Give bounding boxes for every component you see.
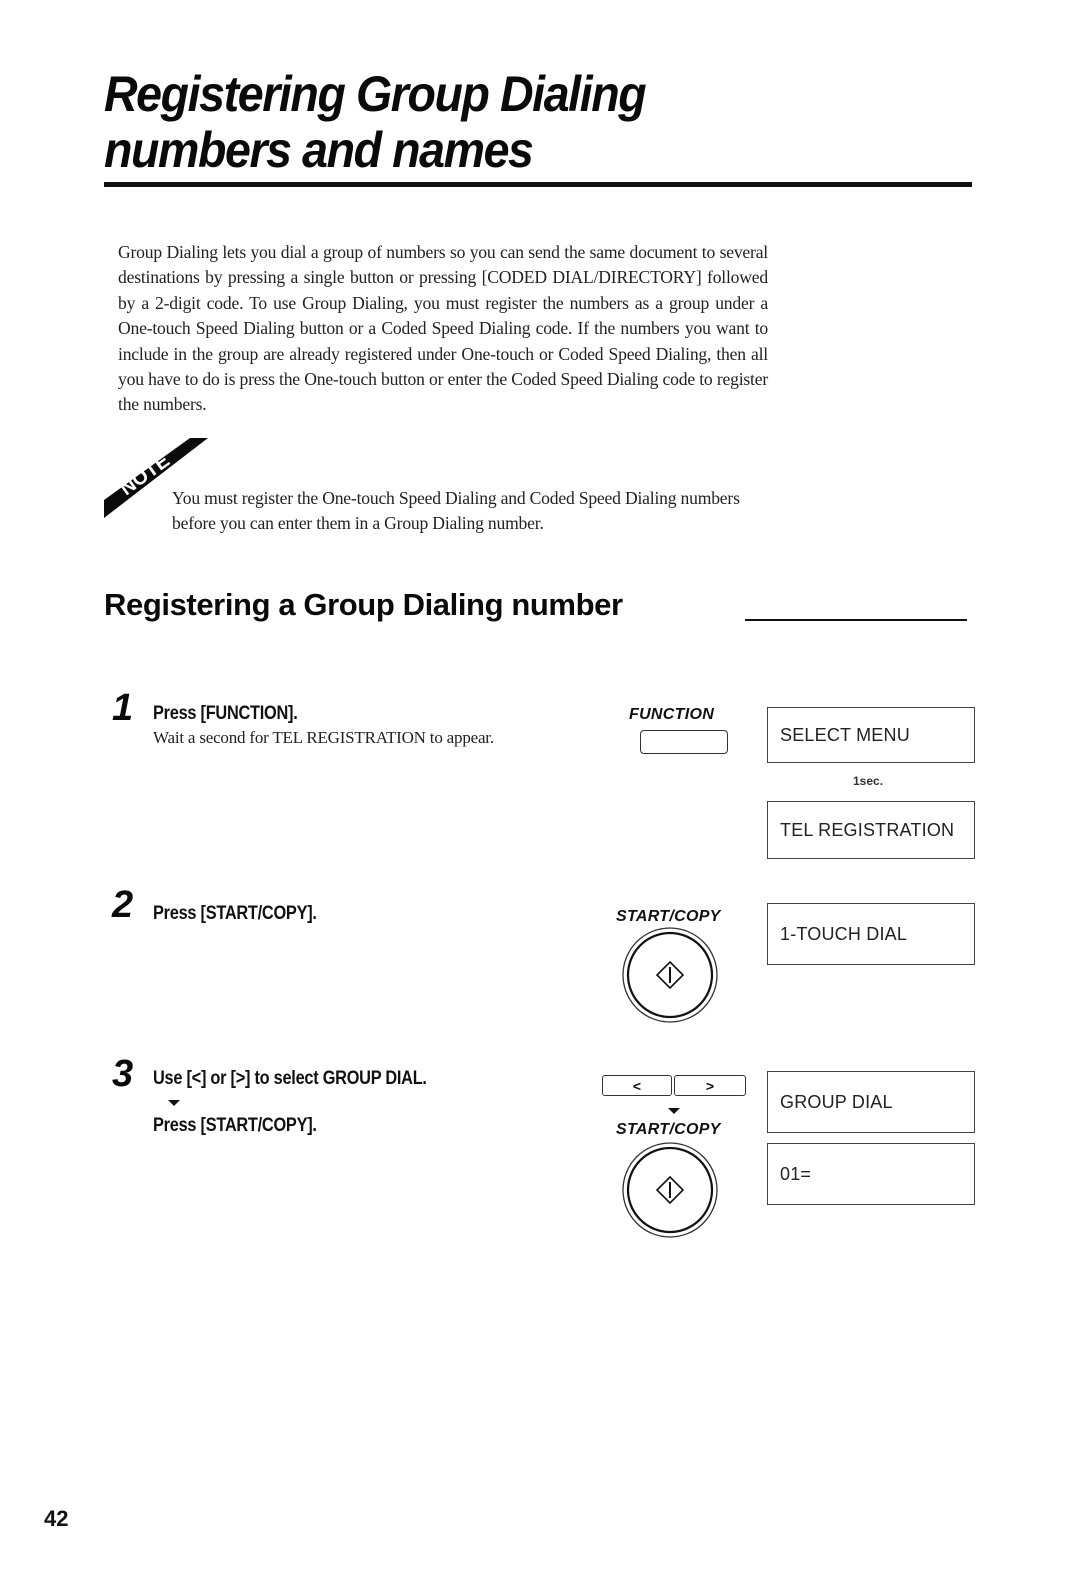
step-3-arrow-down-icon xyxy=(168,1100,180,1106)
step-3-heading-2: Press [START/COPY]. xyxy=(153,1115,317,1136)
page-number: 42 xyxy=(44,1506,69,1531)
lcd-display-group-code: 01= xyxy=(767,1143,975,1205)
lcd-display-group-dial: GROUP DIAL xyxy=(767,1071,975,1133)
note-text: You must register the One-touch Speed Di… xyxy=(172,488,740,533)
step-2-number: 2 xyxy=(112,884,134,926)
title-divider xyxy=(104,182,972,187)
lcd-display-tel-registration: TEL REGISTRATION xyxy=(767,801,975,859)
step-1-number: 1 xyxy=(112,687,134,729)
step-3-number: 3 xyxy=(112,1053,134,1095)
step-3-heading: Use [<] or [>] to select GROUP DIAL. xyxy=(153,1068,427,1089)
intro-paragraph: Group Dialing lets you dial a group of n… xyxy=(118,242,768,415)
note-badge-label: NOTE xyxy=(116,450,174,500)
section-title: Registering a Group Dialing number xyxy=(104,587,623,622)
key-arrow-down-icon xyxy=(668,1108,680,1114)
lcd-display-select-menu: SELECT MENU xyxy=(767,707,975,763)
page-title: Registering Group Dialing numbers and na… xyxy=(104,66,922,178)
start-copy-key-label: START/COPY xyxy=(616,908,721,925)
page-title-line-1: Registering Group Dialing xyxy=(104,66,647,122)
left-arrow-key-button[interactable]: < xyxy=(602,1075,672,1096)
function-key-button[interactable] xyxy=(640,730,728,754)
section-divider xyxy=(745,619,967,621)
start-copy-button[interactable] xyxy=(620,925,720,1025)
function-key-label: FUNCTION xyxy=(629,706,715,723)
start-copy-key-label-2: START/COPY xyxy=(616,1121,721,1138)
step-2-heading: Press [START/COPY]. xyxy=(153,903,317,924)
right-arrow-key-button[interactable]: > xyxy=(674,1075,746,1096)
delay-label: 1sec. xyxy=(853,774,884,788)
start-copy-button-2[interactable] xyxy=(620,1140,720,1240)
step-1-detail: Wait a second for TEL REGISTRATION to ap… xyxy=(153,728,494,747)
lcd-display-1-touch-dial: 1-TOUCH DIAL xyxy=(767,903,975,965)
page-title-line-2: numbers and names xyxy=(104,122,534,178)
step-1-heading: Press [FUNCTION]. xyxy=(153,703,298,724)
